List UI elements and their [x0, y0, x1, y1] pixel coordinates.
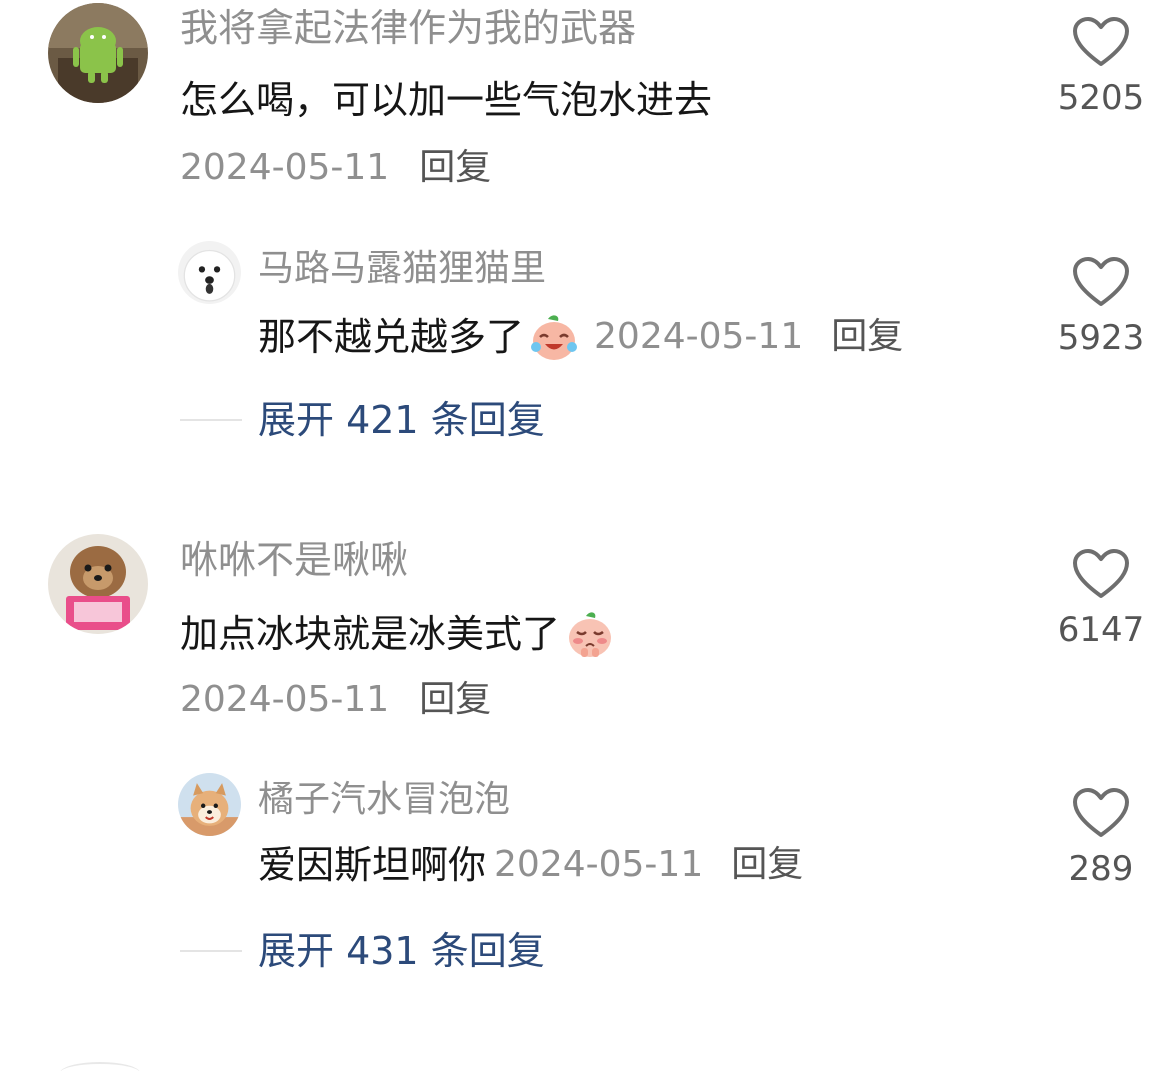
expand-replies-button[interactable]: 展开 431 条回复 — [180, 929, 545, 973]
crying-laughing-emoji-icon — [531, 315, 578, 360]
like-count: 5923 — [1057, 318, 1145, 358]
comment-username[interactable]: 咻咻不是啾啾 — [180, 538, 408, 582]
expand-replies-label[interactable]: 展开 431 条回复 — [258, 929, 545, 973]
comment-text: 加点冰块就是冰美式了 — [180, 608, 616, 660]
like-button[interactable]: 5923 — [1056, 256, 1146, 358]
expand-replies-label[interactable]: 展开 421 条回复 — [258, 398, 545, 442]
reply-username[interactable]: 马路马露猫狸猫里 — [258, 247, 546, 291]
comment-meta: 2024-05-11 回复 — [180, 679, 491, 721]
dog-reading-book-avatar-icon — [48, 534, 148, 634]
reply-button[interactable]: 回复 — [831, 314, 903, 360]
like-count: 5205 — [1057, 78, 1145, 118]
heart-icon — [1073, 788, 1129, 837]
reply-date: 2024-05-11 — [494, 844, 704, 885]
heart-icon — [1073, 257, 1129, 306]
android-robot-avatar-icon — [48, 3, 148, 103]
white-dog-avatar-icon — [178, 241, 241, 304]
reply-date: 2024-05-11 — [594, 316, 804, 357]
reply-button[interactable]: 回复 — [419, 679, 491, 721]
like-count: 6147 — [1057, 610, 1145, 650]
like-count: 289 — [1068, 849, 1134, 889]
heart-icon — [1073, 549, 1129, 598]
reply-text: 爱因斯坦啊你 2024-05-11 回复 — [258, 842, 803, 888]
avatar[interactable] — [178, 241, 241, 304]
like-button[interactable]: 6147 — [1056, 548, 1146, 650]
avatar[interactable] — [48, 3, 148, 103]
like-button[interactable]: 5205 — [1056, 16, 1146, 118]
comment-list: 我将拿起法律作为我的武器 怎么喝，可以加一些气泡水进去 2024-05-11 回… — [0, 0, 1170, 1071]
reply-text-content: 那不越兑越多了 — [258, 315, 525, 359]
comment-username[interactable]: 我将拿起法律作为我的武器 — [180, 6, 636, 50]
divider-line — [180, 950, 242, 952]
comment-date: 2024-05-11 — [180, 679, 390, 720]
comment-text-content: 怎么喝，可以加一些气泡水进去 — [180, 78, 713, 122]
next-comment-avatar-edge — [60, 1062, 140, 1071]
shiba-dog-avatar-icon — [178, 773, 241, 836]
reply-button[interactable]: 回复 — [731, 842, 803, 888]
reply-username[interactable]: 橘子汽水冒泡泡 — [258, 778, 510, 822]
avatar[interactable] — [178, 773, 241, 836]
like-button[interactable]: 289 — [1056, 787, 1146, 889]
comment-text-content: 加点冰块就是冰美式了 — [180, 612, 561, 656]
reply-text-content: 爱因斯坦啊你 — [258, 843, 487, 887]
comment-date: 2024-05-11 — [180, 147, 390, 188]
reply-text: 那不越兑越多了 2024-05-11 回复 — [258, 311, 903, 363]
reply-button[interactable]: 回复 — [419, 147, 491, 189]
comment-meta: 2024-05-11 回复 — [180, 147, 491, 189]
comment-text: 怎么喝，可以加一些气泡水进去 — [180, 77, 712, 123]
shy-emoji-icon — [569, 612, 612, 657]
avatar[interactable] — [48, 534, 148, 634]
expand-replies-button[interactable]: 展开 421 条回复 — [180, 398, 545, 442]
divider-line — [180, 419, 242, 421]
heart-icon — [1073, 17, 1129, 66]
